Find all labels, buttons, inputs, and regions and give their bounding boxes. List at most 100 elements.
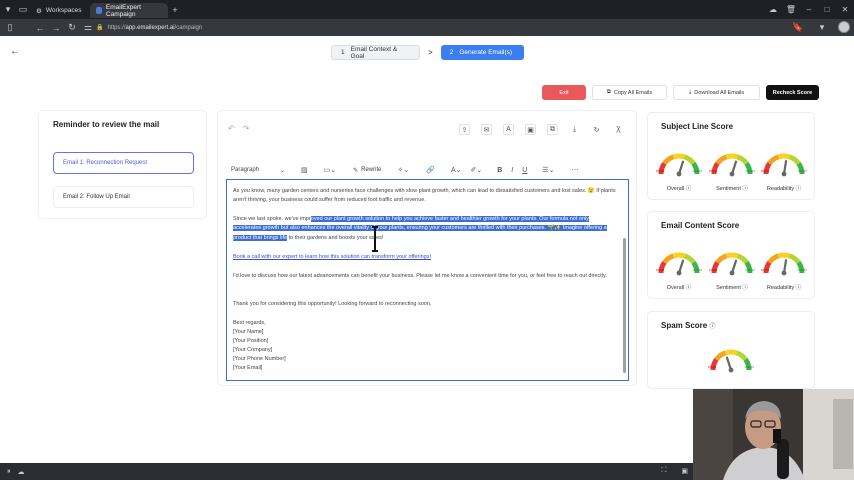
body-paragraph-1: As you know, many garden centers and nur… [233, 188, 616, 204]
step-label: Generate Email(s) [459, 49, 513, 56]
reload-icon[interactable]: ↻ [64, 22, 80, 33]
gauge-dial [710, 349, 752, 373]
scale-low-label: POOR [656, 268, 665, 272]
profile-avatar[interactable] [838, 21, 850, 33]
recheck-score-button[interactable]: Recheck Score [766, 85, 819, 100]
body-paragraph-2: Since we last spoke, we've improved our … [233, 216, 607, 241]
sidebar-toggle-icon[interactable]: ▭ [16, 4, 30, 15]
rewrite-button[interactable]: ✎ Rewrite [353, 167, 381, 174]
sign-off: Best regards, [233, 320, 266, 326]
clear-format-icon[interactable]: Ꭓ [613, 124, 624, 135]
download-all-emails-button[interactable]: ⤓ Download All Emails [673, 85, 760, 100]
gauge-dial [763, 252, 805, 276]
sentiment-gauge: Sentiment ⓘ POOR GREAT [709, 149, 755, 192]
cloud-icon[interactable]: ☁ [18, 468, 25, 476]
text-cursor-icon [372, 226, 378, 252]
readability-gauge: Readability ⓘ POOR GREAT [761, 248, 807, 291]
save-icon[interactable]: ▣ [525, 124, 536, 135]
editor-scrollbar[interactable] [622, 182, 627, 378]
readability-gauge: Readability ⓘ POOR GREAT [761, 149, 807, 192]
trash-icon[interactable]: 🗑 [782, 5, 800, 14]
dropdown-icon[interactable]: ▾ [814, 22, 830, 33]
step-generate-emails[interactable]: 2 Generate Email(s) [440, 45, 524, 60]
formatting-toolbar: Paragraph ⌄ ▨ ▭⌄ ✎ Rewrite ✧⌄ 🔗 A⌄ ✐⌄ B I… [231, 162, 631, 178]
exit-button[interactable]: Exit [542, 85, 586, 100]
scale-low-label: POOR [656, 169, 665, 173]
scale-low-label: POOR [708, 365, 717, 369]
list-icon[interactable]: ☰⌄ [542, 166, 554, 174]
chevron-down-icon: ⌄ [279, 167, 285, 174]
info-icon[interactable]: ⓘ [796, 186, 802, 192]
block-format-select[interactable]: Paragraph ⌄ [231, 167, 289, 174]
email-item-2[interactable]: Email 2: Follow Up Email [53, 186, 194, 208]
tab-label: Workspaces [45, 7, 82, 14]
sidebar-icon[interactable]: ▯ [2, 22, 18, 33]
redo-icon[interactable]: ↷ [243, 124, 250, 133]
signature-line: [Your Name] [233, 329, 264, 335]
site-settings-icon[interactable]: ⚌ [80, 22, 96, 33]
undo-icon[interactable]: ↶ [228, 124, 235, 133]
info-icon[interactable]: ⓘ [686, 285, 692, 291]
email-body-editor[interactable]: As you know, many garden centers and nur… [226, 179, 629, 381]
info-icon[interactable]: ⓘ [742, 186, 748, 192]
sentiment-gauge: Sentiment ⓘ POOR GREAT [709, 248, 755, 291]
step-email-context[interactable]: 1 Email Context & Goal [331, 45, 420, 60]
scale-low-label: POOR [761, 169, 770, 173]
info-icon[interactable]: ⓘ [709, 324, 715, 330]
refresh-icon[interactable]: ↻ [591, 124, 602, 135]
forward-nav-icon[interactable]: → [48, 23, 64, 33]
more-icon[interactable]: ⋯ [571, 166, 578, 174]
new-tab-icon[interactable]: + [168, 5, 182, 15]
info-icon[interactable]: ⓘ [742, 285, 748, 291]
tab-emailexpert[interactable]: EmailExpert Campaign [90, 3, 168, 18]
back-nav-icon[interactable]: ← [32, 23, 48, 33]
email-item-1[interactable]: Email 1: Reconnection Request [53, 152, 194, 174]
cloud-icon[interactable]: ☁ [764, 5, 782, 14]
spam-gauge: POOR GREAT [708, 345, 754, 385]
card-title: Email Content Score [661, 221, 740, 230]
scale-high-label: GREAT [692, 268, 702, 272]
share-icon[interactable]: ⇪ [459, 124, 470, 135]
info-icon[interactable]: ⓘ [686, 186, 692, 192]
bookmark-icon[interactable]: 🔖 [790, 22, 806, 33]
italic-icon[interactable]: I [511, 167, 513, 174]
step-number: 1 [341, 49, 345, 56]
email-content-score-card: Email Content Score Overall ⓘ POOR GREAT … [647, 211, 815, 299]
translate-icon[interactable]: A [503, 124, 514, 135]
window-icon[interactable]: ▣ [681, 467, 688, 475]
maximize-icon[interactable]: □ [818, 5, 836, 14]
highlight-icon[interactable]: ✐⌄ [470, 166, 482, 174]
spam-score-card: Spam Score ⓘ POOR GREAT [647, 311, 815, 389]
download-icon[interactable]: ⤓ [569, 124, 580, 135]
pause-icon[interactable]: ⏸ [7, 468, 11, 476]
scrollbar-thumb[interactable] [623, 238, 626, 373]
ai-sparkle-icon[interactable]: ✧⌄ [397, 166, 409, 174]
close-icon[interactable]: ✕ [836, 5, 854, 14]
minimize-icon[interactable]: – [800, 5, 818, 14]
link-icon[interactable]: 🔗 [426, 166, 435, 174]
text-color-icon[interactable]: A⌄ [451, 166, 462, 174]
bold-icon[interactable]: B [497, 167, 502, 174]
cta-link[interactable]: Book a call with our expert to learn how… [233, 253, 617, 262]
info-icon[interactable]: ⓘ [796, 285, 802, 291]
lock-icon: 🔒 [96, 25, 104, 31]
browser-tab-bar: ▾ ▭ ⚙ Workspaces EmailExpert Campaign + … [0, 0, 854, 19]
url-field[interactable]: 🔒 https://app.emailexpert.ai/campaign [96, 22, 786, 33]
tab-workspaces[interactable]: ⚙ Workspaces [30, 3, 90, 18]
signature-line: [Your Company] [233, 347, 273, 353]
step-label: Email Context & Goal [350, 45, 398, 60]
stepper: 1 Email Context & Goal > 2 Generate Emai… [331, 45, 524, 60]
gauge-dial [711, 153, 753, 177]
mail-icon[interactable]: ✉ [481, 124, 492, 135]
signature-line: [Your Email] [233, 365, 263, 371]
duplicate-icon[interactable]: ⧉ [547, 124, 558, 135]
browser-menu-icon[interactable]: ▾ [0, 4, 16, 15]
copy-all-emails-button[interactable]: ⧉ Copy All Emails [592, 85, 667, 100]
embed-icon[interactable]: ▭⌄ [324, 166, 336, 174]
panel-title: Reminder to review the mail [53, 120, 160, 129]
screenshot-icon[interactable]: ⛶ [661, 467, 666, 475]
image-icon[interactable]: ▨ [301, 166, 308, 174]
back-arrow-icon[interactable]: ← [10, 46, 20, 57]
underline-icon[interactable]: U [522, 167, 527, 174]
scale-high-label: GREAT [745, 169, 755, 173]
